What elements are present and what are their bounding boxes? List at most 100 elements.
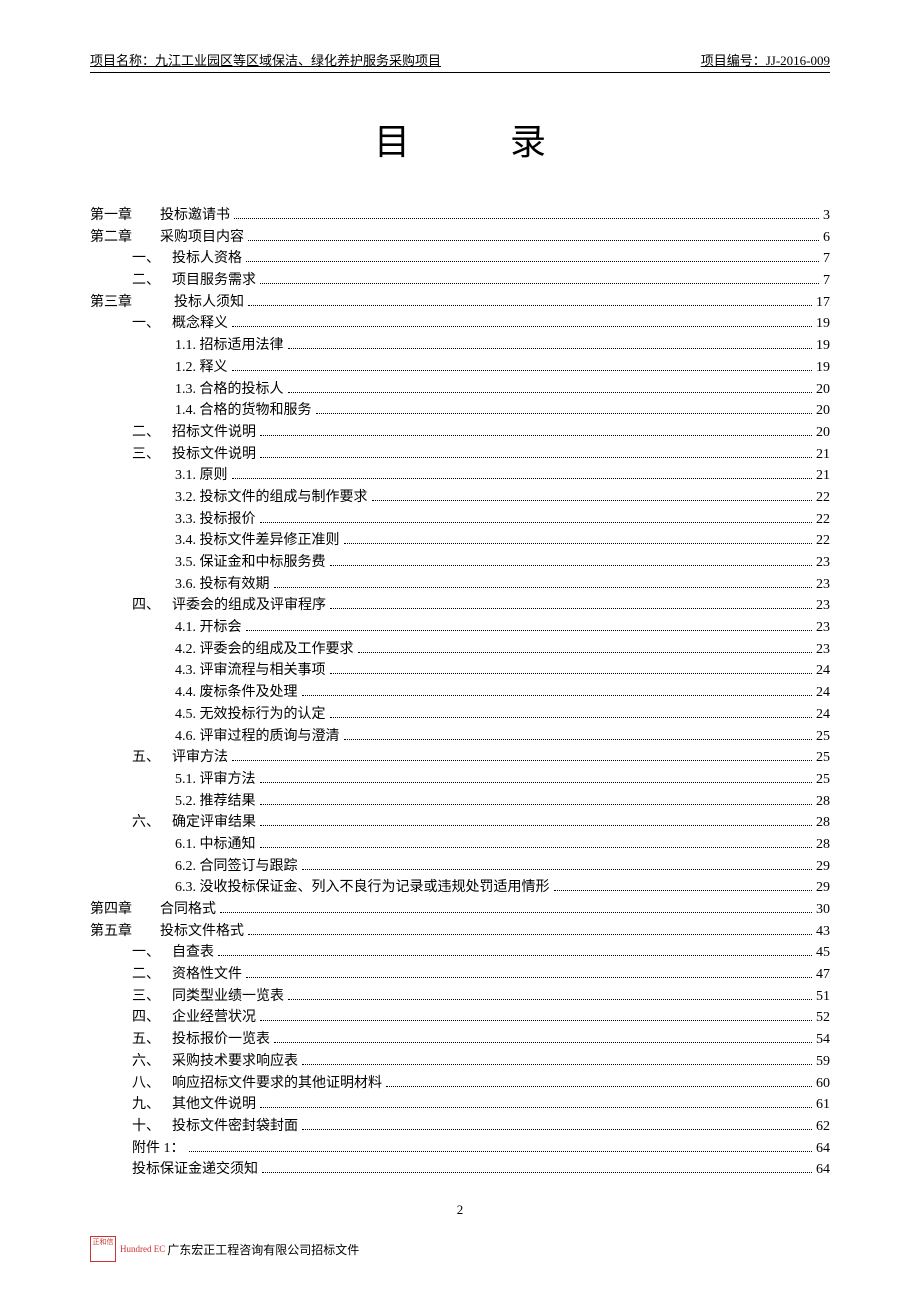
toc-entry: 3.3. 投标报价22 (90, 509, 830, 531)
toc-label: 投标保证金递交须知 (132, 1159, 258, 1181)
toc-entry: 第一章投标邀请书3 (90, 205, 830, 227)
toc-entry: 一、自查表45 (90, 942, 830, 964)
toc-entry: 第三章 投标人须知17 (90, 292, 830, 314)
footer-company-line: 正和信 Hundred EC 广东宏正工程咨询有限公司招标文件 (90, 1236, 830, 1262)
toc-entry: 十、投标文件密封袋封面62 (90, 1116, 830, 1138)
toc-entry: 5.1. 评审方法25 (90, 769, 830, 791)
toc-leader-dots (344, 739, 813, 740)
toc-entry: 四、评委会的组成及评审程序23 (90, 595, 830, 617)
toc-entry: 4.2. 评委会的组成及工作要求23 (90, 639, 830, 661)
toc-label: 第四章合同格式 (90, 899, 216, 921)
toc-leader-dots (288, 999, 812, 1000)
toc-leader-dots (302, 1064, 812, 1065)
toc-page-number: 17 (816, 292, 830, 314)
toc-leader-dots (386, 1086, 812, 1087)
toc-page-number: 19 (816, 313, 830, 335)
toc-page-number: 59 (816, 1051, 830, 1073)
toc-page-number: 20 (816, 379, 830, 401)
toc-label: 1.2. 释义 (175, 357, 228, 379)
toc-entry: 一、投标人资格7 (90, 248, 830, 270)
toc-leader-dots (246, 977, 812, 978)
toc-entry: 3.6. 投标有效期23 (90, 574, 830, 596)
toc-label: 九、其他文件说明 (132, 1094, 256, 1116)
toc-label: 3.4. 投标文件差异修正准则 (175, 530, 340, 552)
toc-leader-dots (288, 392, 813, 393)
toc-entry: 4.6. 评审过程的质询与澄清25 (90, 726, 830, 748)
footer-company-name: 广东宏正工程咨询有限公司招标文件 (167, 1241, 359, 1258)
toc-entry: 4.4. 废标条件及处理24 (90, 682, 830, 704)
toc-label: 六、采购技术要求响应表 (132, 1051, 298, 1073)
toc-entry: 3.2. 投标文件的组成与制作要求22 (90, 487, 830, 509)
toc-leader-dots (330, 608, 812, 609)
toc-page-number: 20 (816, 400, 830, 422)
toc-leader-dots (260, 847, 813, 848)
toc-page-number: 22 (816, 530, 830, 552)
toc-page-number: 6 (823, 227, 830, 249)
page-footer: 2 正和信 Hundred EC 广东宏正工程咨询有限公司招标文件 (90, 1202, 830, 1262)
toc-label: 三、同类型业绩一览表 (132, 986, 284, 1008)
toc-page-number: 60 (816, 1073, 830, 1095)
toc-leader-dots (232, 370, 813, 371)
toc-leader-dots (260, 1020, 812, 1021)
toc-leader-dots (248, 240, 819, 241)
toc-leader-dots (262, 1172, 812, 1173)
toc-label: 6.3. 没收投标保证金、列入不良行为记录或违规处罚适用情形 (175, 877, 550, 899)
toc-entry: 6.2. 合同签订与跟踪29 (90, 856, 830, 878)
toc-entry: 三、投标文件说明21 (90, 444, 830, 466)
table-of-contents: 第一章投标邀请书3第二章采购项目内容6一、投标人资格7二、项目服务需求7第三章 … (90, 205, 830, 1181)
toc-entry: 附件 1：64 (90, 1138, 830, 1160)
toc-entry: 3.4. 投标文件差异修正准则 22 (90, 530, 830, 552)
toc-label: 十、投标文件密封袋封面 (132, 1116, 298, 1138)
toc-label: 4.5. 无效投标行为的认定 (175, 704, 326, 726)
toc-entry: 1.2. 释义19 (90, 357, 830, 379)
toc-entry: 六、确定评审结果28 (90, 812, 830, 834)
toc-leader-dots (246, 261, 819, 262)
toc-entry: 5.2. 推荐结果28 (90, 791, 830, 813)
toc-entry: 二、项目服务需求7 (90, 270, 830, 292)
toc-entry: 第四章合同格式30 (90, 899, 830, 921)
toc-label: 六、确定评审结果 (132, 812, 256, 834)
toc-leader-dots (330, 717, 813, 718)
toc-page-number: 47 (816, 964, 830, 986)
toc-leader-dots (260, 1107, 812, 1108)
toc-label: 五、投标报价一览表 (132, 1029, 270, 1051)
toc-entry: 五、评审方法25 (90, 747, 830, 769)
toc-entry: 1.4. 合格的货物和服务20 (90, 400, 830, 422)
toc-label: 二、资格性文件 (132, 964, 242, 986)
toc-entry: 八、响应招标文件要求的其他证明材料60 (90, 1073, 830, 1095)
toc-label: 一、概念释义 (132, 313, 228, 335)
toc-leader-dots (248, 934, 812, 935)
toc-entry: 3.5. 保证金和中标服务费23 (90, 552, 830, 574)
toc-leader-dots (232, 760, 812, 761)
toc-page-number: 61 (816, 1094, 830, 1116)
toc-entry: 3.1. 原则21 (90, 465, 830, 487)
toc-leader-dots (260, 804, 813, 805)
toc-label: 四、评委会的组成及评审程序 (132, 595, 326, 617)
toc-label: 4.2. 评委会的组成及工作要求 (175, 639, 354, 661)
toc-label: 3.2. 投标文件的组成与制作要求 (175, 487, 368, 509)
toc-page-number: 28 (816, 834, 830, 856)
toc-label: 6.1. 中标通知 (175, 834, 256, 856)
toc-label: 6.2. 合同签订与跟踪 (175, 856, 298, 878)
toc-label: 5.1. 评审方法 (175, 769, 256, 791)
toc-label: 1.3. 合格的投标人 (175, 379, 284, 401)
toc-leader-dots (372, 500, 813, 501)
toc-leader-dots (260, 522, 813, 523)
page-title: 目录 (90, 113, 830, 165)
toc-entry: 三、同类型业绩一览表51 (90, 986, 830, 1008)
toc-entry: 第二章采购项目内容6 (90, 227, 830, 249)
toc-page-number: 64 (816, 1138, 830, 1160)
toc-leader-dots (302, 695, 813, 696)
toc-entry: 第五章投标文件格式 43 (90, 921, 830, 943)
toc-label: 3.3. 投标报价 (175, 509, 256, 531)
toc-label: 3.1. 原则 (175, 465, 228, 487)
toc-page-number: 43 (816, 921, 830, 943)
toc-leader-dots (274, 587, 813, 588)
toc-page-number: 23 (816, 574, 830, 596)
toc-label: 第五章投标文件格式 (90, 921, 244, 943)
toc-leader-dots (189, 1151, 813, 1152)
toc-label: 第一章投标邀请书 (90, 205, 230, 227)
toc-entry: 6.3. 没收投标保证金、列入不良行为记录或违规处罚适用情形29 (90, 877, 830, 899)
toc-leader-dots (302, 869, 813, 870)
toc-leader-dots (302, 1129, 812, 1130)
